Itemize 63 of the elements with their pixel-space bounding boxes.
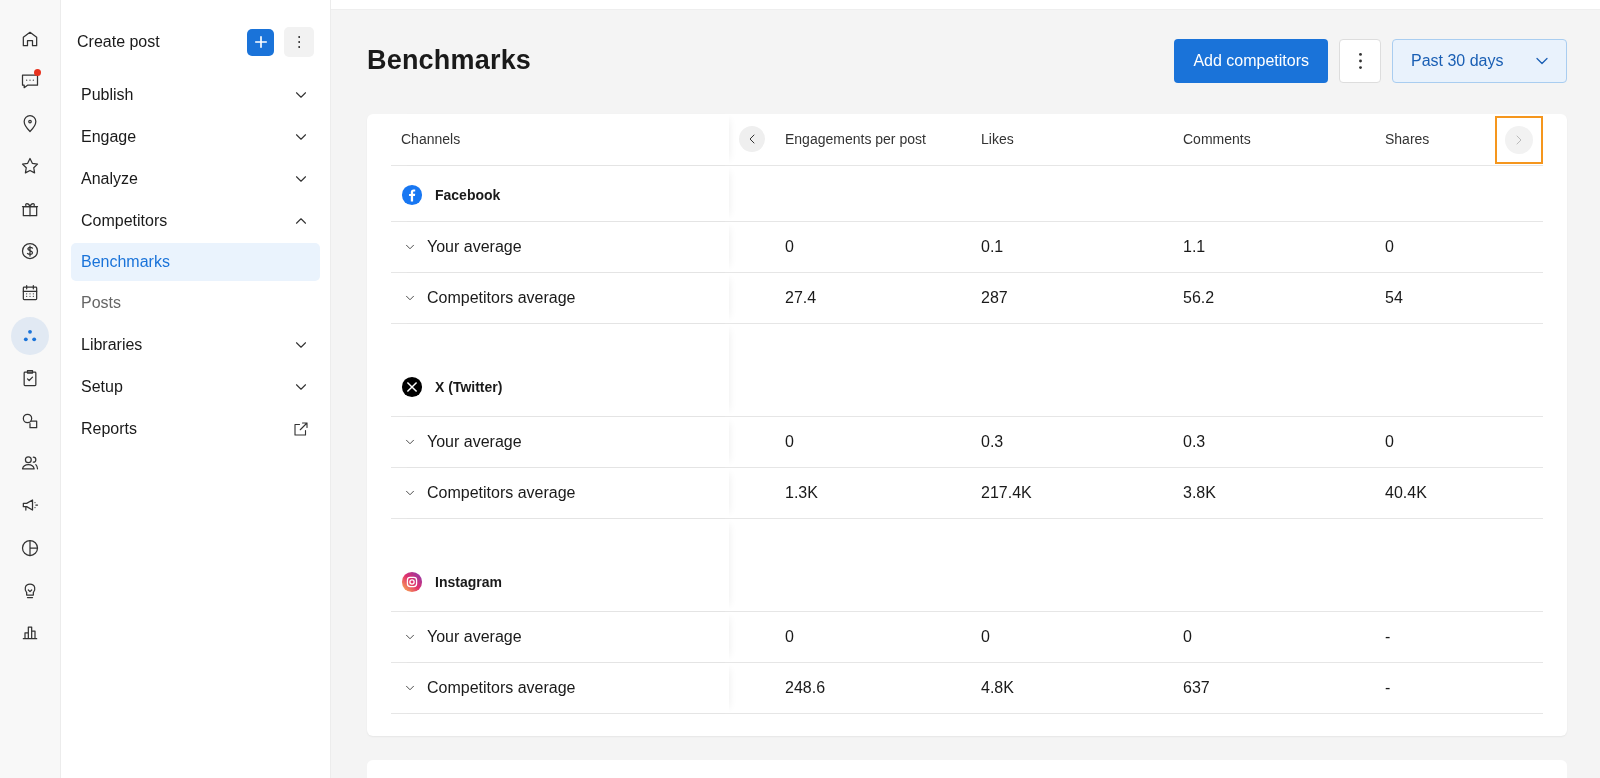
table-cell: 1.3K	[785, 483, 818, 502]
nav-subitem[interactable]: Posts	[71, 284, 320, 322]
table-cell: 0	[1385, 432, 1394, 451]
column-header: Likes	[981, 131, 1014, 148]
row-label: Competitors average	[427, 483, 576, 502]
create-post-label: Create post	[77, 33, 161, 51]
row-label: Your average	[427, 432, 522, 451]
external-link-icon	[292, 420, 310, 438]
pie-chart-icon	[20, 537, 40, 558]
nav-item[interactable]: Reports	[71, 408, 320, 450]
table-cell: 27.4	[785, 288, 817, 307]
nav-item[interactable]: Publish	[71, 74, 320, 116]
table-cell: 0	[1385, 237, 1394, 256]
nav-item[interactable]: Libraries	[71, 324, 320, 366]
channel-name: X (Twitter)	[435, 378, 503, 395]
home-icon	[20, 29, 40, 49]
more-icon	[297, 36, 301, 48]
table-cell: 0	[1183, 627, 1192, 646]
nav-item[interactable]: Competitors	[71, 200, 320, 242]
column-header: Shares	[1385, 131, 1430, 148]
highlight-frame	[1495, 115, 1543, 164]
table-cell: -	[1385, 678, 1391, 697]
row-label: Your average	[427, 237, 522, 256]
instagram-logo-icon	[401, 570, 423, 593]
column-header: Channels	[401, 131, 461, 148]
row-label: Your average	[427, 627, 522, 646]
table-cell: 40.4K	[1385, 483, 1427, 502]
star-icon	[20, 156, 40, 177]
table-cell: 0.3	[1183, 432, 1206, 451]
channel-name: Facebook	[435, 187, 501, 204]
table-cell: -	[1385, 627, 1391, 646]
channel-name: Instagram	[435, 573, 502, 590]
table-cell: 0	[785, 627, 794, 646]
page-title: Benchmarks	[367, 45, 532, 77]
facebook-logo-icon	[401, 184, 423, 207]
nav-item[interactable]: Engage	[71, 116, 320, 158]
more-icon	[1358, 52, 1362, 69]
table-cell: 248.6	[785, 678, 826, 697]
column-header: Comments	[1183, 131, 1251, 148]
add-competitors-button[interactable]: Add competitors	[1174, 38, 1328, 83]
table-cell: 56.2	[1183, 288, 1215, 307]
nav-item[interactable]: Setup	[71, 366, 320, 408]
table-cell: 1.1	[1183, 237, 1206, 256]
column-header: Engagements per post	[785, 131, 926, 148]
row-label: Competitors average	[427, 678, 576, 697]
nav-item[interactable]: Analyze	[71, 158, 320, 200]
table-cell: 3.8K	[1183, 483, 1216, 502]
add-button[interactable]	[247, 28, 274, 56]
table-cell: 0.1	[981, 237, 1004, 256]
table-cell: 0	[785, 237, 794, 256]
date-range-dropdown[interactable]: Past 30 days	[1392, 38, 1567, 83]
x-logo-icon	[401, 375, 423, 398]
table-cell: 4.8K	[981, 678, 1014, 697]
table-cell: 0	[785, 432, 794, 451]
table-cell: 0	[981, 627, 990, 646]
table-cell: 287	[981, 288, 1008, 307]
nav-subitem[interactable]: Benchmarks	[71, 243, 320, 281]
table-cell: 637	[1183, 678, 1210, 697]
row-label: Competitors average	[427, 288, 576, 307]
table-cell: 0.3	[981, 432, 1004, 451]
table-cell: 217.4K	[981, 483, 1032, 502]
table-cell: 54	[1385, 288, 1403, 307]
dollar-icon	[20, 240, 40, 261]
